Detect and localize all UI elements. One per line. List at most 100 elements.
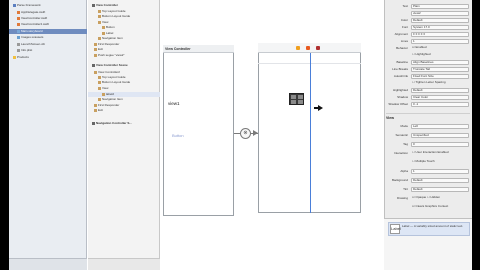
inspector-row-key: Font bbox=[401, 25, 408, 29]
inspector-row-value[interactable]: Left bbox=[411, 123, 469, 129]
inspector-row-key: Baseline bbox=[396, 60, 408, 64]
inspector-row-key: Autoshrink bbox=[393, 74, 408, 78]
inspector-row: ☐ Multiple Touch bbox=[384, 159, 472, 165]
navigator-item[interactable]: Parse Framework bbox=[9, 3, 87, 8]
inspector-row-value[interactable]: Plain bbox=[411, 3, 469, 9]
outline-filter-bar[interactable] bbox=[88, 258, 160, 270]
inspector-row-value[interactable]: ☑ Clears Graphics Context bbox=[411, 205, 469, 210]
outline-item[interactable]: Push segue "view2" bbox=[88, 53, 160, 58]
inspector-row-value[interactable]: Default bbox=[411, 186, 469, 192]
outline-item-label: label2 bbox=[106, 92, 115, 96]
inspector-row: Tag 0 bbox=[384, 141, 472, 147]
file-icon bbox=[17, 48, 20, 52]
outline-item-icon bbox=[98, 36, 101, 40]
outline-item[interactable]: Exit bbox=[88, 47, 160, 52]
inspector-row-key: Lines bbox=[400, 39, 408, 43]
inspector-row-value[interactable]: Truncate Tail bbox=[411, 66, 469, 72]
inspector-row-key: Shadow bbox=[397, 95, 408, 99]
inspector-row-value[interactable]: Default bbox=[411, 17, 469, 23]
outline-item-icon bbox=[98, 97, 101, 101]
outline-item[interactable]: Exit bbox=[88, 108, 160, 113]
inspector-row: Color Default bbox=[384, 17, 472, 23]
navigator-item[interactable]: LaunchScreen.xib bbox=[9, 42, 87, 47]
outline-item-icon bbox=[92, 63, 95, 67]
outline-item[interactable]: Navigation Controller S... bbox=[88, 121, 160, 126]
inspector-row-value[interactable]: 0 -1 bbox=[411, 101, 469, 107]
inspector-row-value[interactable]: ☐ Tighten Letter Spacing bbox=[411, 81, 469, 86]
inspector-row: Text Plain bbox=[384, 3, 472, 9]
navigator-item-label: AppDelegate.swift bbox=[21, 10, 46, 14]
navigator-item[interactable]: Products bbox=[9, 55, 87, 60]
inspector-row-value[interactable]: Clear Color bbox=[411, 94, 469, 100]
outline-item-label: First Responder bbox=[98, 42, 120, 46]
outline-item[interactable]: Button bbox=[88, 25, 160, 30]
inspector-row-value[interactable]: Fixed Font Size bbox=[411, 73, 469, 79]
inspector-row-value[interactable]: ≡ ≡ ≡ ≡ ≡ bbox=[411, 31, 469, 37]
inspector-row-value[interactable]: ☐ Multiple Touch bbox=[411, 160, 469, 165]
inspector-row-value[interactable]: ☐ Highlighted bbox=[411, 53, 469, 58]
view-controller-1[interactable] bbox=[163, 45, 234, 216]
inspector-row-value[interactable]: 0 bbox=[411, 141, 469, 147]
navigator-item[interactable]: Main.storyboard bbox=[9, 29, 87, 34]
navigator-item[interactable]: AppDelegate.swift bbox=[9, 10, 87, 15]
outline-item[interactable]: View Controller Scene bbox=[88, 63, 160, 68]
outline-item[interactable]: Bottom Layout Guide bbox=[88, 14, 160, 19]
vc2-scene-dock bbox=[258, 43, 361, 53]
segue-icon[interactable]: ⊗ bbox=[240, 128, 251, 139]
inspector-row: Semantic Unspecified bbox=[384, 132, 472, 138]
navigator-item[interactable]: ViewController.swift bbox=[9, 16, 87, 21]
file-icon bbox=[17, 35, 20, 39]
file-icon bbox=[17, 42, 20, 46]
outline-item-label: Exit bbox=[98, 108, 104, 112]
first-responder-icon[interactable] bbox=[306, 46, 310, 50]
navigator-item[interactable]: Images.xcassets bbox=[9, 35, 87, 40]
inspector-row-key: Line Breaks bbox=[392, 67, 408, 71]
center-guide-line bbox=[310, 53, 311, 213]
inspector-row: ☑ Clears Graphics Context bbox=[384, 204, 472, 210]
navigator-item[interactable]: ViewController2.swift bbox=[9, 22, 87, 27]
inspector-row-value[interactable]: ☐ User Interaction Enabled bbox=[411, 151, 469, 156]
vc-icon[interactable] bbox=[296, 46, 300, 50]
inspector-row-value[interactable]: System 17.0 bbox=[411, 24, 469, 30]
vc1-button[interactable]: Button bbox=[172, 133, 184, 138]
navigator-item[interactable]: Info.plist bbox=[9, 48, 87, 53]
inspector-row-value[interactable]: ☑ Enabled bbox=[411, 46, 469, 51]
library-item-description: Label — A variably sized amount of stati… bbox=[402, 224, 464, 228]
outline-item-icon bbox=[94, 53, 97, 57]
outline-item-label: View Controller2 bbox=[98, 70, 120, 74]
letterbox-left bbox=[0, 0, 9, 270]
label-icon: Label bbox=[390, 224, 401, 234]
outline-item-label: View Controller bbox=[96, 3, 118, 7]
selected-label-handle[interactable] bbox=[289, 93, 304, 105]
inspector-row-value[interactable]: ☑ Opaque ☐ Hidden bbox=[411, 196, 469, 201]
inspector-row-value[interactable]: 1 bbox=[411, 38, 469, 44]
inspector-row: Mode Left bbox=[384, 123, 472, 129]
outline-item-icon bbox=[94, 103, 97, 107]
inspector-row: Font System 17.0 bbox=[384, 24, 472, 30]
inspector-row-value[interactable]: Default bbox=[411, 177, 469, 183]
inspector-row-value[interactable]: Align Baselines bbox=[411, 59, 469, 65]
outline-item[interactable]: Navigation Item bbox=[88, 36, 160, 41]
document-outline: View Controller Top Layout Guide Bottom La… bbox=[88, 0, 160, 270]
inspector-row-value[interactable]: Default bbox=[411, 87, 469, 93]
file-icon bbox=[17, 10, 20, 14]
outline-item-icon bbox=[98, 20, 101, 24]
navigator-filter-bar[interactable] bbox=[9, 258, 87, 270]
mouse-pointer-icon bbox=[318, 105, 323, 111]
outline-item[interactable]: Navigation Item bbox=[88, 97, 160, 102]
inspector-row-value[interactable]: Unspecified bbox=[411, 132, 469, 138]
outline-item-label: Bottom Layout Guide bbox=[102, 14, 131, 18]
inspector-row-key: Interaction bbox=[393, 151, 408, 155]
outline-item[interactable]: Bottom Layout Guide bbox=[88, 80, 160, 85]
outline-item-label: Push segue "view2" bbox=[98, 53, 125, 57]
exit-icon[interactable] bbox=[316, 46, 320, 50]
outline-item[interactable]: View bbox=[88, 86, 160, 91]
outline-item-icon bbox=[98, 86, 101, 90]
inspector-row-value[interactable]: 1 bbox=[411, 168, 469, 174]
inspector-row-value[interactable]: view2 bbox=[411, 10, 469, 16]
inspector-row-key: Drawing bbox=[396, 196, 408, 200]
outline-item[interactable]: View Controller bbox=[88, 3, 160, 8]
vc1-label[interactable]: view1 bbox=[168, 101, 180, 106]
inspector-row: Autoshrink Fixed Font Size bbox=[384, 73, 472, 79]
outline-item-label: Top Layout Guide bbox=[102, 75, 126, 79]
